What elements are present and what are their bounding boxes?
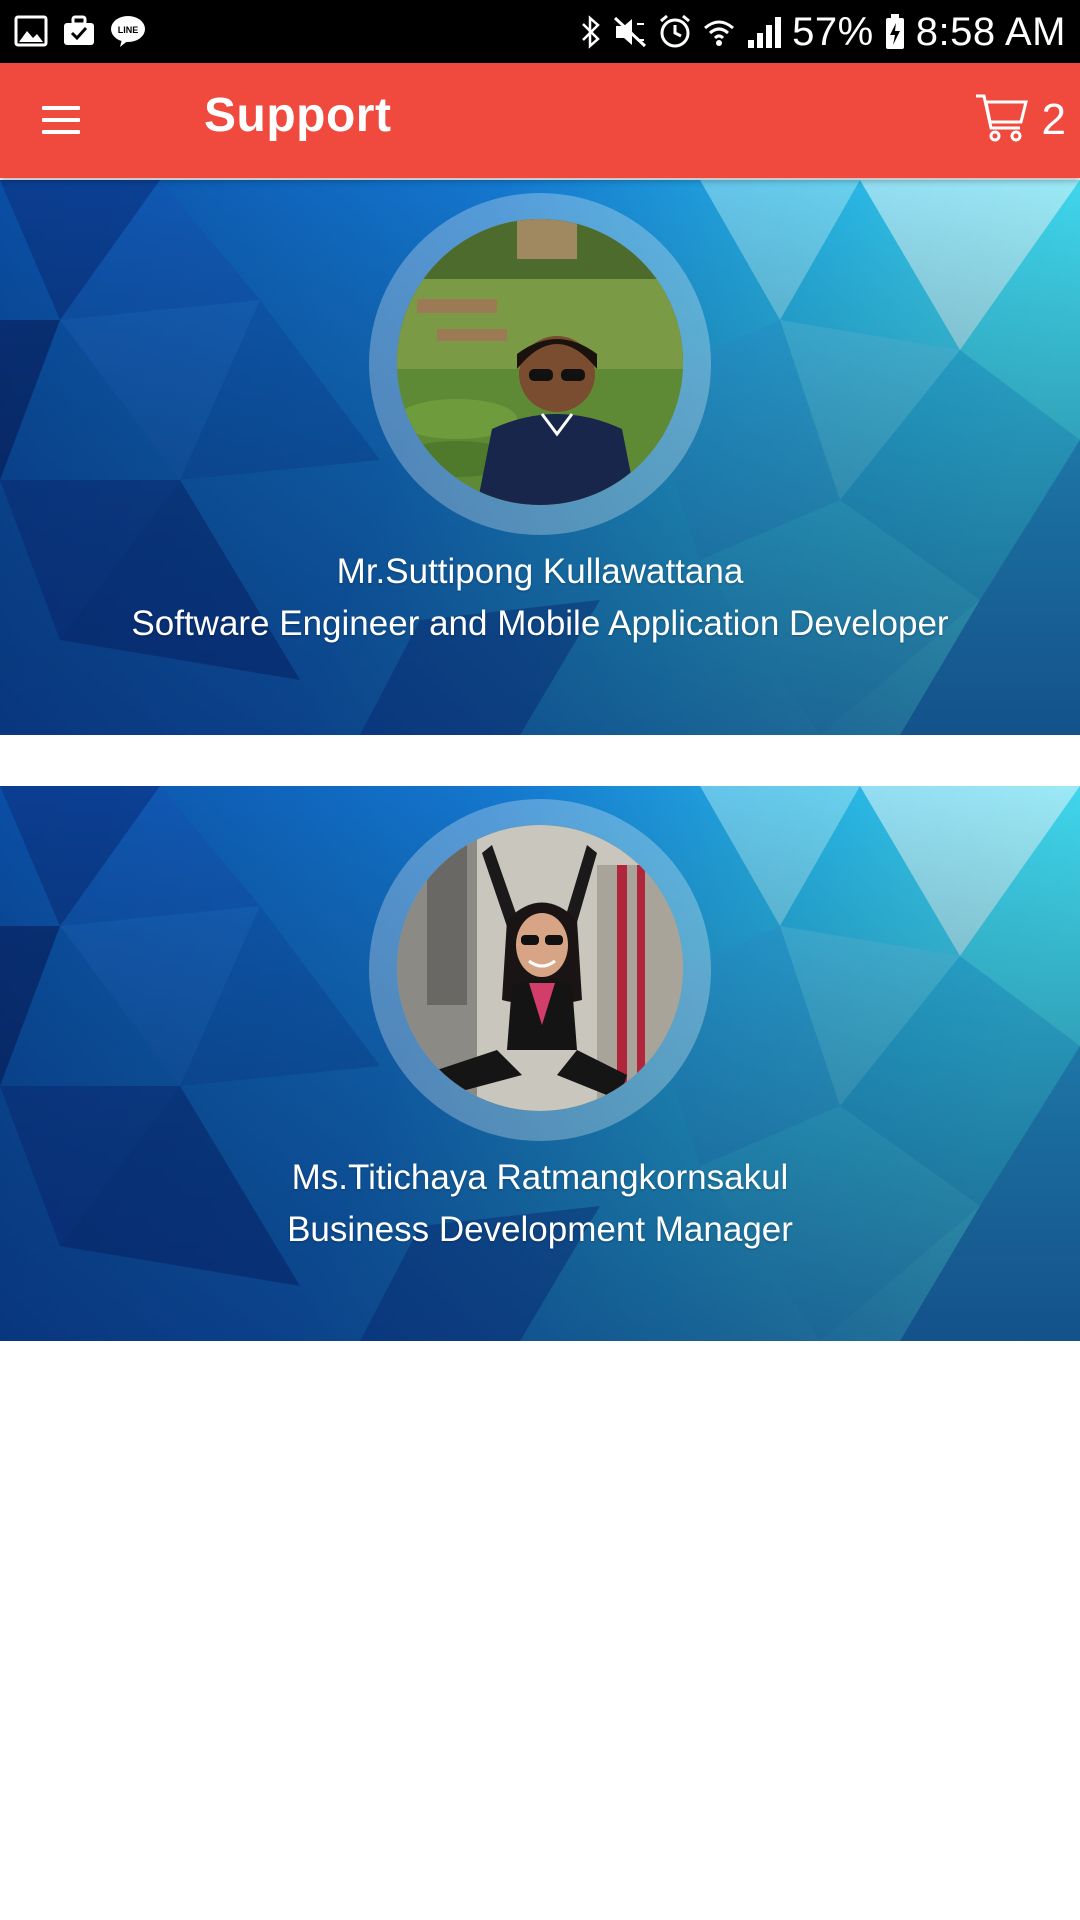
contact-role: Business Development Manager [287,1210,793,1249]
briefcase-icon [62,14,96,48]
mute-icon [612,14,648,50]
wifi-icon [702,14,736,50]
battery-percent: 57% [792,9,874,54]
system-icons: 57% 8:58 AM [580,6,1066,58]
avatar-ring [369,193,711,535]
cart-count-badge: 2 [1041,95,1066,144]
gallery-icon [14,14,48,48]
contact-name: Ms.Titichaya Ratmangkornsakul [291,1158,789,1197]
signal-icon [746,14,782,50]
contact-card[interactable]: Ms.Titichaya Ratmangkornsakul Business D… [0,786,1080,1341]
status-bar: LINE 57% 8:58 AM [0,0,1080,63]
contact-role: Software Engineer and Mobile Application… [131,604,949,643]
avatar [397,219,683,505]
clock: 8:58 AM [915,9,1066,54]
profile-photo [397,825,683,1111]
avatar-ring [369,799,711,1141]
hamburger-icon [42,106,80,110]
profile-photo [397,219,683,505]
line-app-icon: LINE [110,14,146,48]
avatar [397,825,683,1111]
line-badge-text: LINE [118,25,139,35]
page-title: Support [204,89,392,142]
contact-card[interactable]: Mr.Suttipong Kullawattana Software Engin… [0,180,1080,735]
menu-button[interactable] [38,99,86,143]
app-bar: Support 2 [0,63,1080,178]
notification-icons: LINE [14,14,146,48]
contact-name: Mr.Suttipong Kullawattana [336,552,744,591]
cart-button[interactable]: 2 [974,89,1066,151]
battery-icon [884,13,906,51]
bluetooth-icon [580,14,602,50]
cart-icon [974,92,1028,149]
alarm-icon [658,14,692,50]
